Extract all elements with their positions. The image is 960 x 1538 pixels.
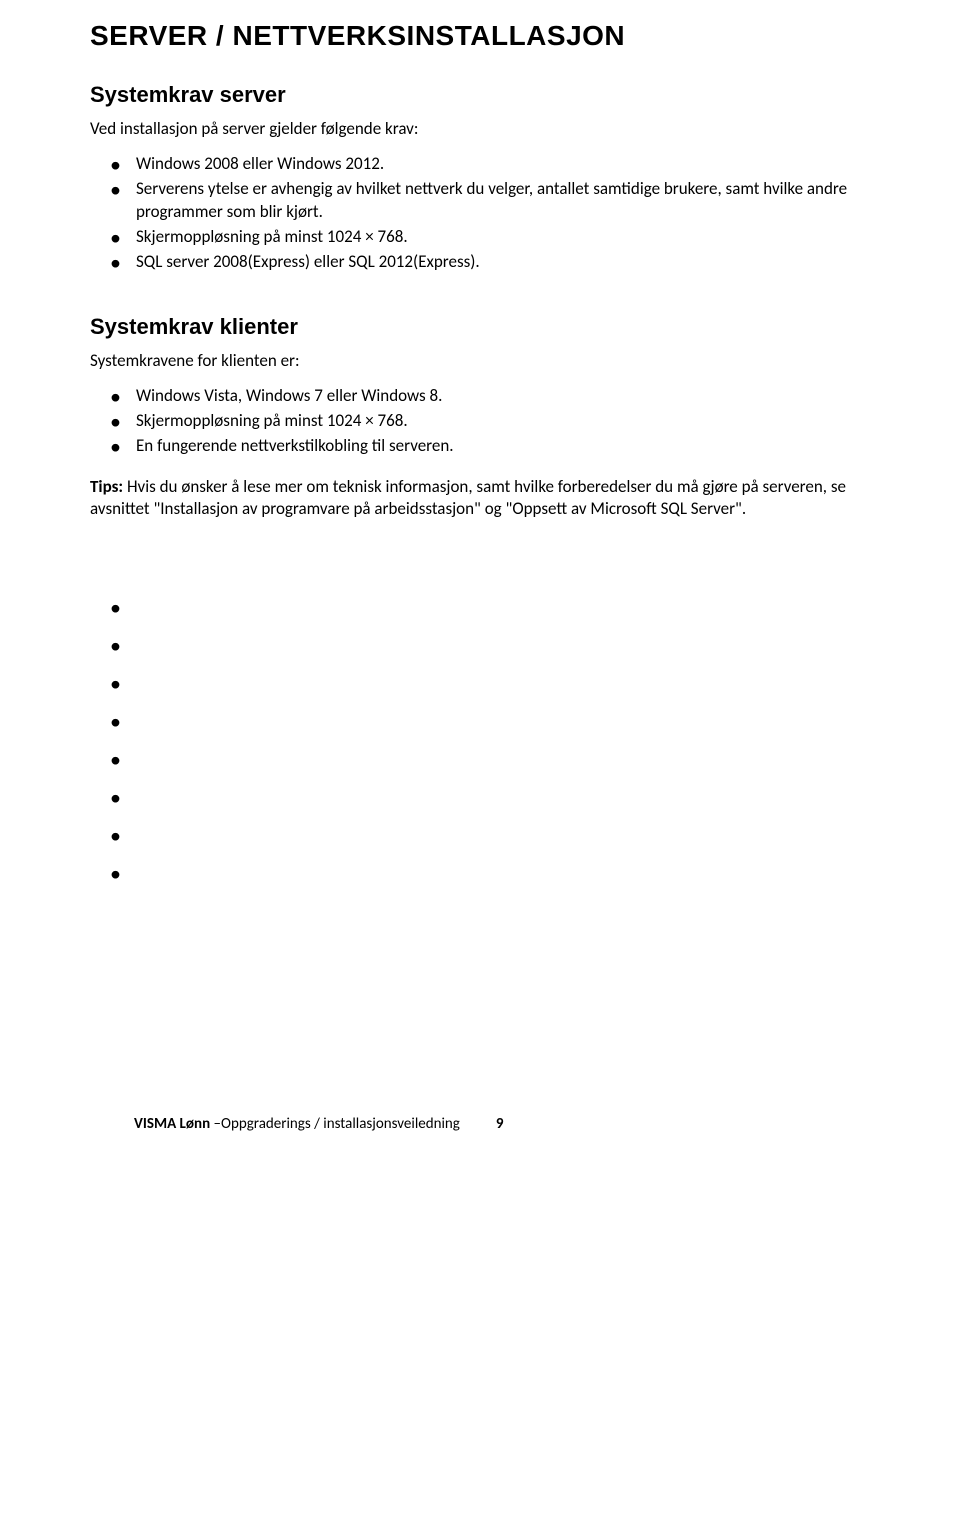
list-item: Windows 2008 eller Windows 2012. <box>110 153 870 176</box>
footer-title-bold: VISMA Lønn <box>134 1115 210 1133</box>
list-item: Skjermoppløsning på minst 1024 × 768. <box>110 226 870 249</box>
heading-server: Systemkrav server <box>90 82 870 108</box>
heading-client: Systemkrav klienter <box>90 314 870 340</box>
list-item-empty <box>110 857 870 895</box>
footer-page-number: 9 <box>496 1115 504 1133</box>
document-page: SERVER / NETTVERKSINSTALLASJON Systemkra… <box>0 0 960 1163</box>
list-item-empty <box>110 743 870 781</box>
list-item: Skjermoppløsning på minst 1024 × 768. <box>110 410 870 433</box>
page-footer: VISMA Lønn –Oppgraderings / installasjon… <box>90 1115 870 1133</box>
tips-paragraph: Tips: Hvis du ønsker å lese mer om tekni… <box>90 476 870 522</box>
list-item-empty <box>110 629 870 667</box>
list-item: SQL server 2008(Express) eller SQL 2012(… <box>110 251 870 274</box>
list-item-empty <box>110 591 870 629</box>
empty-bullet-list <box>110 591 870 895</box>
footer-title-rest: –Oppgraderings / installasjonsveiledning <box>210 1115 460 1133</box>
list-item-empty <box>110 667 870 705</box>
list-item-empty <box>110 705 870 743</box>
list-item-empty <box>110 781 870 819</box>
client-bullet-list: Windows Vista, Windows 7 eller Windows 8… <box>110 385 870 458</box>
server-bullet-list: Windows 2008 eller Windows 2012. Servere… <box>110 153 870 274</box>
list-item: Windows Vista, Windows 7 eller Windows 8… <box>110 385 870 408</box>
list-item: Serverens ytelse er avhengig av hvilket … <box>110 178 870 224</box>
heading-main: SERVER / NETTVERKSINSTALLASJON <box>90 20 870 52</box>
list-item: En fungerende nettverkstilkobling til se… <box>110 435 870 458</box>
list-item-empty <box>110 819 870 857</box>
server-intro: Ved installasjon på server gjelder følge… <box>90 118 870 139</box>
client-intro: Systemkravene for klienten er: <box>90 350 870 371</box>
tips-text: Hvis du ønsker å lese mer om teknisk inf… <box>90 476 846 520</box>
tips-label: Tips: <box>90 476 123 497</box>
